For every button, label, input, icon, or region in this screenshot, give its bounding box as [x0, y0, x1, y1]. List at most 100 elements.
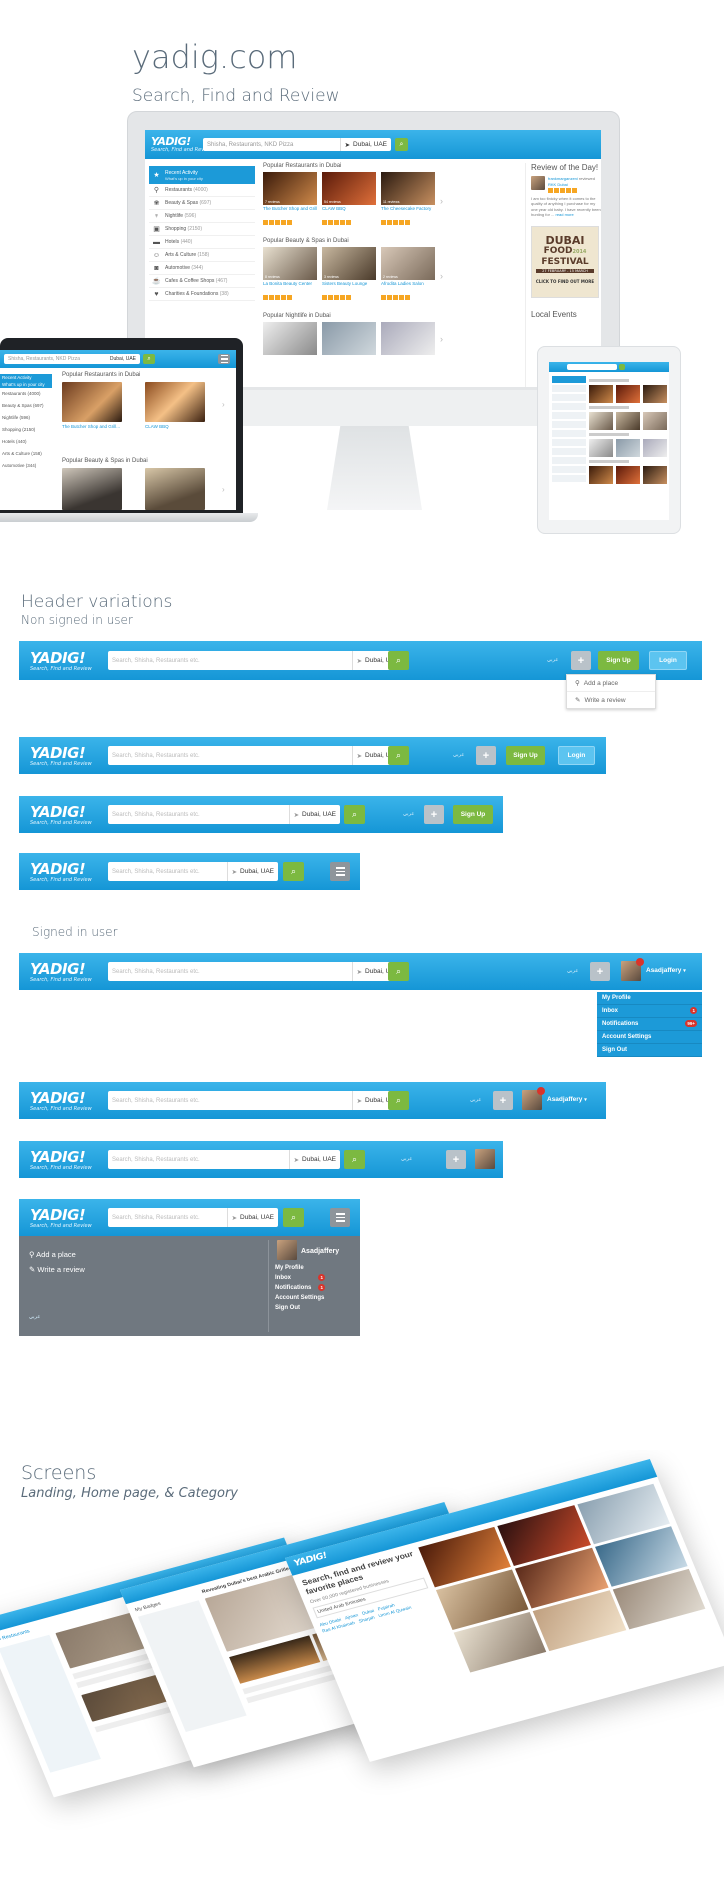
tablet-sidebar-row[interactable]	[552, 457, 586, 464]
language-arabic-link[interactable]: عربي	[401, 1156, 412, 1162]
search-input[interactable]: Search, Shisha, Restaurants etc. ➤ Dubai, …	[108, 651, 403, 670]
sidebar-item[interactable]: ☺ Arts & Culture (158)	[149, 249, 255, 262]
tablet-sidebar-row[interactable]	[552, 421, 586, 428]
tablet-place-image[interactable]	[616, 385, 640, 403]
next-arrow-icon[interactable]: ›	[440, 196, 443, 206]
place-card[interactable]: 2 reviews Afrodita Ladies Salon	[381, 247, 435, 305]
hamburger-menu-icon[interactable]	[330, 862, 350, 881]
place-name[interactable]: CLAW BBQ	[322, 206, 376, 211]
search-button[interactable]: ⌕	[344, 805, 365, 824]
search-button[interactable]: ⌕	[388, 746, 409, 765]
language-arabic-link[interactable]: عربي	[453, 752, 464, 758]
place-image[interactable]: 54 reviews	[322, 172, 376, 205]
place-card[interactable]: 54 reviews CLAW BBQ	[322, 172, 376, 230]
language-arabic-link[interactable]: عربي	[403, 811, 414, 817]
mobile-language-arabic[interactable]: عربي	[29, 1314, 40, 1320]
logo[interactable]: YADIG! Search, Find and Review	[30, 1091, 92, 1112]
tablet-place-image[interactable]	[589, 466, 613, 484]
place-image[interactable]: 8 reviews	[263, 247, 317, 280]
user-menu-item[interactable]: Inbox 1	[597, 1005, 702, 1018]
mobile-add-place[interactable]: ⚲ Add a place	[29, 1250, 76, 1259]
next-arrow-icon[interactable]: ›	[440, 334, 443, 344]
mobile-write-review[interactable]: ✎ Write a review	[29, 1265, 85, 1274]
tablet-sidebar-row[interactable]	[552, 394, 586, 401]
tablet-sidebar-row[interactable]	[552, 385, 586, 392]
search-button[interactable]: ⌕	[388, 1091, 409, 1110]
landing-logo[interactable]: YADIG!	[293, 1551, 329, 1569]
laptop-spa-image-1[interactable]	[62, 468, 122, 510]
user-menu-item[interactable]: Inbox 1	[275, 1273, 355, 1283]
place-image[interactable]	[381, 322, 435, 355]
tablet-search-input[interactable]	[567, 364, 617, 370]
search-button[interactable]: ⌕	[283, 862, 304, 881]
laptop-next-arrow-icon[interactable]: ›	[222, 400, 225, 409]
tablet-sidebar-row[interactable]	[552, 439, 586, 446]
place-image[interactable]	[263, 322, 317, 355]
logo[interactable]: YADIG! Search, Find and Review	[30, 651, 92, 672]
search-button[interactable]: ⌕	[283, 1208, 304, 1227]
laptop-restaurant-image-2[interactable]	[145, 382, 205, 422]
language-arabic-link[interactable]: عربي	[567, 968, 578, 974]
place-name[interactable]: The Butcher Shop and Grill...	[263, 206, 317, 211]
laptop-sidebar-item[interactable]: Hotels (440)	[0, 436, 52, 448]
user-menu-item[interactable]: My Profile	[275, 1263, 355, 1273]
user-menu-item[interactable]: Notifications 1	[275, 1283, 355, 1293]
user-menu-item[interactable]: Account Settings	[275, 1293, 355, 1303]
add-plus-button[interactable]: +	[446, 1150, 466, 1169]
sidebar-item[interactable]: ⚲ Restaurants (4000)	[149, 184, 255, 197]
tablet-sidebar-row[interactable]	[552, 412, 586, 419]
place-name[interactable]: La Bonita Beauty Center	[263, 281, 317, 286]
user-menu-item[interactable]: Notifications 99+	[597, 1018, 702, 1031]
tablet-place-image[interactable]	[643, 385, 667, 403]
search-input[interactable]: Search, Shisha, Restaurants etc. ➤ Dubai, …	[108, 746, 403, 765]
place-image[interactable]: 2 reviews	[381, 247, 435, 280]
reviewer-link[interactable]: frankmarganzeni	[548, 176, 578, 181]
next-arrow-icon[interactable]: ›	[440, 271, 443, 281]
laptop-sidebar-item[interactable]: Recent Activity	[0, 374, 52, 381]
sign-up-button[interactable]: Sign Up	[598, 651, 639, 670]
search-button[interactable]: ⌕	[395, 138, 408, 151]
logo[interactable]: YADIG! Search, Find and Review	[30, 862, 92, 883]
place-image[interactable]	[322, 322, 376, 355]
place-name[interactable]: The Cheesecake Factory	[381, 206, 435, 211]
food-festival-ad[interactable]: DUBAI FOOD2014 FESTIVAL 27 FEBRUARY - 15…	[531, 225, 599, 298]
user-menu-item[interactable]: Sign Out	[597, 1044, 702, 1057]
search-input[interactable]: Search, Shisha, Restaurants etc. ➤ Dubai, …	[108, 805, 340, 824]
mobile-user-avatar[interactable]	[277, 1240, 297, 1260]
tablet-place-image[interactable]	[589, 412, 613, 430]
laptop-item-2[interactable]: CLAW BBQ	[145, 424, 169, 429]
place-card[interactable]: 11 reviews The Cheesecake Factory	[381, 172, 435, 230]
login-button[interactable]: Login	[649, 651, 687, 670]
place-name[interactable]: Afrodita Ladies Salon	[381, 281, 435, 286]
city-link[interactable]: Sharjah	[357, 1614, 376, 1624]
laptop-sidebar-item[interactable]: Arts & Culture (158)	[0, 448, 52, 460]
logo[interactable]: YADIG! Search, Find and Review	[30, 746, 92, 767]
search-button[interactable]: ⌕	[388, 962, 409, 981]
sidebar-item[interactable]: ▣ Shopping (2150)	[149, 223, 255, 236]
laptop-sidebar-item[interactable]: Shopping (2150)	[0, 424, 52, 436]
sidebar-item[interactable]: ♥ Charities & Foundations (38)	[149, 288, 255, 301]
user-menu-item[interactable]: My Profile	[597, 992, 702, 1005]
search-button[interactable]: ⌕	[344, 1150, 365, 1169]
tablet-place-image[interactable]	[616, 466, 640, 484]
sidebar-item[interactable]: ☕ Cafes & Coffee Shops (467)	[149, 275, 255, 288]
place-card[interactable]	[381, 322, 435, 355]
tablet-place-image[interactable]	[616, 412, 640, 430]
laptop-spa-image-2[interactable]	[145, 468, 205, 510]
laptop-sidebar-item[interactable]: Automotive (344)	[0, 460, 52, 472]
tablet-sidebar-row[interactable]	[552, 403, 586, 410]
tablet-sidebar-row[interactable]	[552, 448, 586, 455]
tablet-place-image[interactable]	[643, 466, 667, 484]
language-arabic-link[interactable]: عربي	[470, 1097, 481, 1103]
tablet-place-image[interactable]	[616, 439, 640, 457]
language-arabic-link[interactable]: عربي	[547, 657, 558, 663]
user-menu-item[interactable]: Sign Out	[275, 1303, 355, 1313]
tablet-place-image[interactable]	[643, 439, 667, 457]
search-input[interactable]: Search, Shisha, Restaurants etc. ➤ Dubai, …	[108, 1150, 340, 1169]
user-avatar[interactable]	[475, 1149, 495, 1169]
username-link[interactable]: Asadjaffery ▾	[547, 1096, 587, 1103]
place-link[interactable]: RKK Dubai	[548, 182, 568, 187]
add-plus-button[interactable]: +	[424, 805, 444, 824]
place-name[interactable]: Sisters Beauty Lounge	[322, 281, 376, 286]
laptop-sidebar-item[interactable]: Restaurants (4000)	[0, 388, 52, 400]
